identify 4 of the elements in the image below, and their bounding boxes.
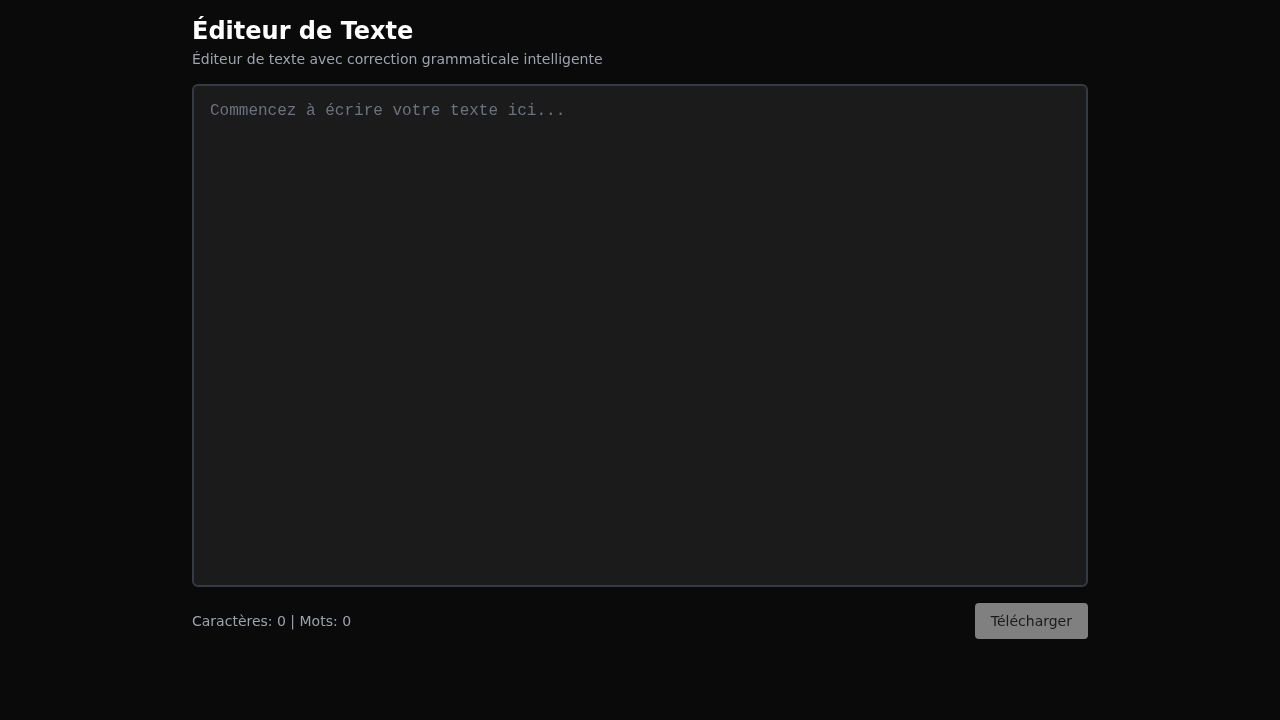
character-word-count: Caractères: 0 | Mots: 0 <box>192 613 352 629</box>
page-title: Éditeur de Texte <box>192 16 415 46</box>
page-subtitle: Éditeur de texte avec correction grammaticale intelligente <box>192 50 604 68</box>
text-editor-field[interactable]: Commencez à écrire votre texte ici... <box>192 84 1088 587</box>
